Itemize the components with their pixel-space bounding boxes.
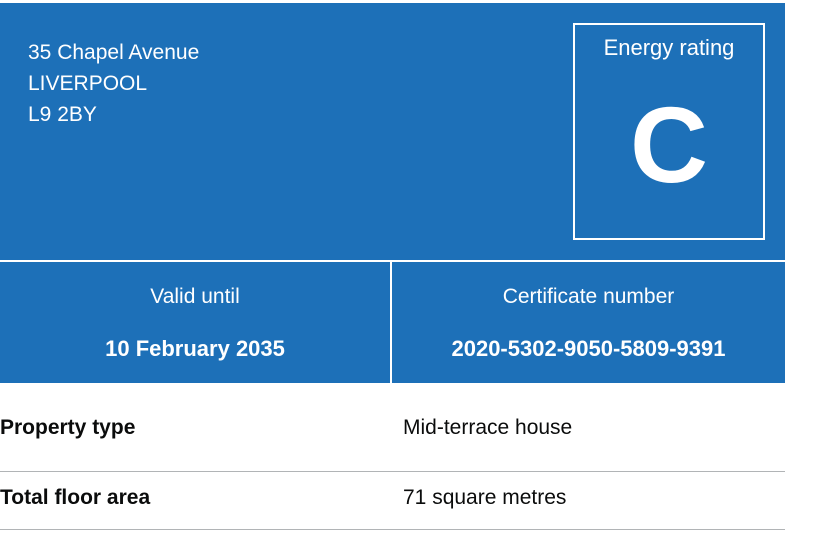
energy-rating-label: Energy rating	[603, 35, 735, 60]
summary-value: 71 square metres	[403, 486, 567, 509]
energy-rating-box: Energy rating C	[573, 23, 765, 240]
valid-until-label: Valid until	[150, 285, 240, 308]
valid-until-cell: Valid until 10 February 2035	[0, 262, 390, 383]
summary-row-floor-area: Total floor area 71 square metres	[0, 472, 785, 530]
address-postcode: L9 2BY	[28, 103, 97, 126]
certificate-number-cell: Certificate number 2020-5302-9050-5809-9…	[392, 262, 785, 383]
certificate-info-strip: Valid until 10 February 2035 Certificate…	[0, 262, 785, 383]
summary-key: Total floor area	[0, 486, 151, 509]
summary-key: Property type	[0, 416, 136, 439]
address-line-1: 35 Chapel Avenue	[28, 41, 200, 64]
epc-header-panel: 35 Chapel Avenue LIVERPOOL L9 2BY Energy…	[0, 3, 785, 260]
summary-row-property-type: Property type Mid-terrace house	[0, 416, 785, 472]
valid-until-value: 10 February 2035	[105, 336, 285, 361]
address-line-2: LIVERPOOL	[28, 72, 148, 95]
property-address: 35 Chapel Avenue LIVERPOOL L9 2BY	[28, 37, 199, 130]
certificate-number-label: Certificate number	[502, 285, 675, 308]
certificate-number-value: 2020-5302-9050-5809-9391	[451, 336, 726, 361]
property-summary-list: Property type Mid-terrace house Total fl…	[0, 416, 785, 530]
summary-value: Mid-terrace house	[403, 416, 573, 439]
energy-rating-letter: C	[630, 84, 708, 205]
